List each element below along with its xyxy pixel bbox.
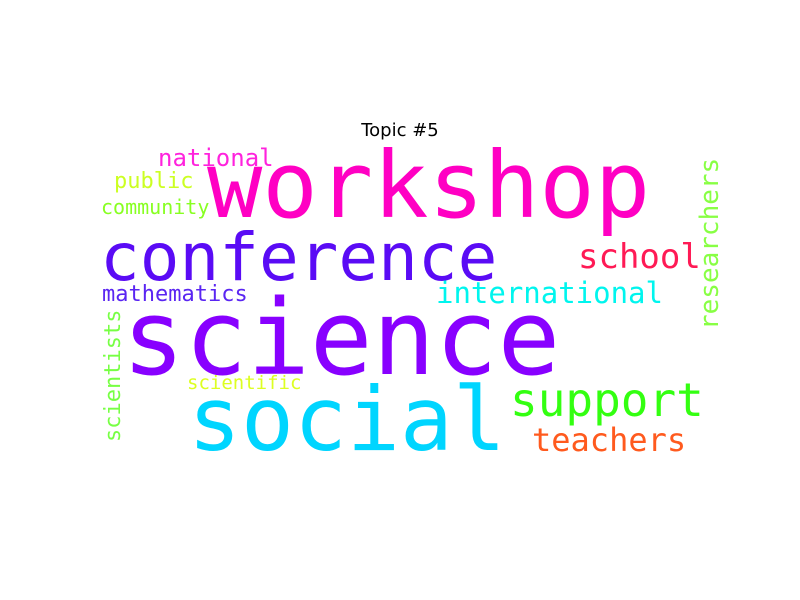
word-community: community xyxy=(101,195,210,219)
word-public: public xyxy=(114,169,194,194)
word-support: support xyxy=(510,373,704,427)
word-national: national xyxy=(158,144,274,172)
wordcloud-figure: Topic #5 workshop conference science soc… xyxy=(0,0,800,600)
word-scientific: scientific xyxy=(187,372,302,394)
word-cloud: workshop conference science social suppo… xyxy=(0,0,800,600)
word-scientists: scientists xyxy=(101,309,126,442)
word-mathematics: mathematics xyxy=(102,282,248,307)
word-teachers: teachers xyxy=(532,421,687,459)
word-school: school xyxy=(578,237,701,277)
word-international: international xyxy=(436,276,663,310)
word-researchers: researchers xyxy=(695,157,725,330)
